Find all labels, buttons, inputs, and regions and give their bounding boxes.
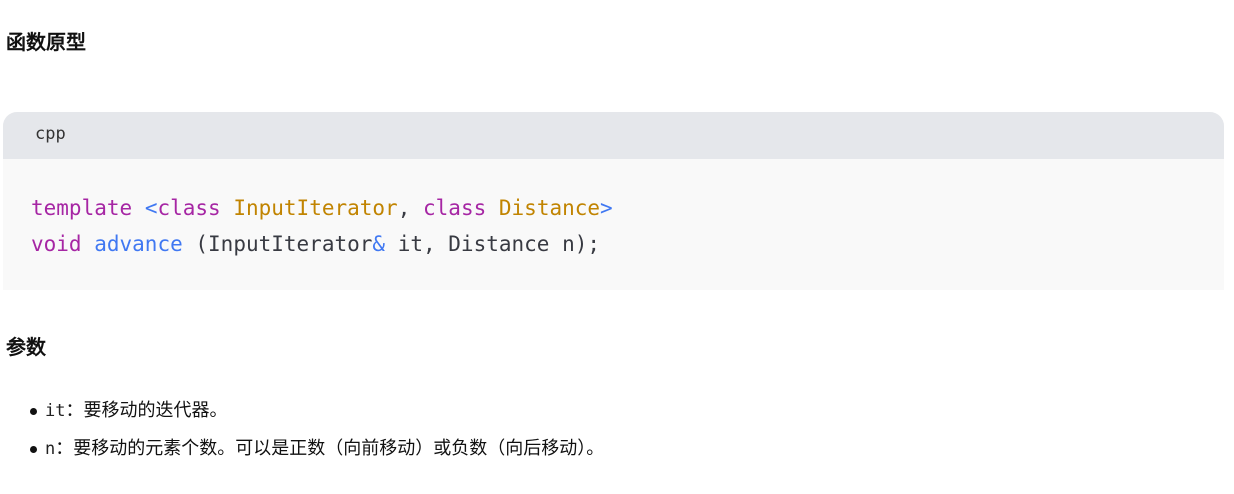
token-function: advance	[94, 232, 183, 256]
param-description: 要移动的元素个数。可以是正数（向前移动）或负数（向后移动）。	[73, 438, 605, 459]
param-description: 要移动的迭代器。	[83, 400, 228, 421]
code-content: template <class InputIterator, class Dis…	[31, 190, 613, 262]
token-punct: <	[144, 196, 158, 220]
token-keyword: template	[31, 196, 133, 220]
bullet-icon	[30, 408, 37, 415]
code-line: void advance (InputIterator& it, Distanc…	[31, 232, 600, 256]
token-type: Distance	[498, 196, 601, 220]
token-punct: >	[600, 196, 613, 220]
code-block-header: cpp	[3, 112, 1224, 159]
token-keyword: void	[31, 232, 82, 256]
bullet-icon	[30, 446, 37, 453]
token-type: InputIterator	[233, 196, 398, 220]
token-plain: it, Distance n);	[385, 232, 600, 256]
section-heading-params: 参数	[6, 335, 46, 359]
token-operator: &	[372, 232, 386, 256]
param-list: it：要移动的迭代器。 n：要移动的元素个数。可以是正数（向前移动）或负数（向后…	[0, 392, 604, 468]
list-item: n：要移动的元素个数。可以是正数（向前移动）或负数（向后移动）。	[0, 430, 604, 468]
token-keyword: class	[423, 196, 487, 220]
token-punct: ,	[397, 196, 424, 220]
token-plain: (InputIterator	[182, 232, 373, 256]
param-separator: ：	[65, 400, 84, 421]
param-name: it	[45, 401, 66, 421]
code-line: template <class InputIterator, class Dis…	[31, 196, 613, 220]
list-item: it：要移动的迭代器。	[0, 392, 604, 430]
section-heading-prototype: 函数原型	[6, 30, 86, 54]
param-name: n	[45, 439, 56, 459]
code-block: cpp template <class InputIterator, class…	[3, 112, 1224, 290]
token-keyword: class	[157, 196, 221, 220]
param-separator: ：	[55, 438, 74, 459]
code-language-label: cpp	[35, 124, 66, 144]
